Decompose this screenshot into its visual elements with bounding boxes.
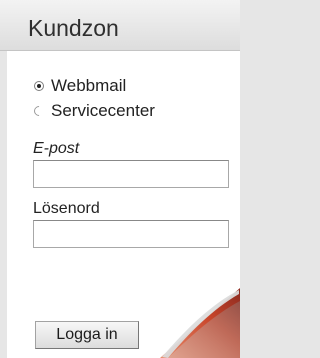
email-field[interactable] xyxy=(33,160,229,188)
radio-label-webbmail: Webbmail xyxy=(51,76,127,95)
radio-option-servicecenter[interactable]: Servicecenter xyxy=(31,101,155,121)
radio-button-servicecenter[interactable] xyxy=(31,103,47,119)
radio-button-webbmail[interactable] xyxy=(34,81,44,91)
password-field[interactable] xyxy=(33,220,229,248)
login-button[interactable]: Logga in xyxy=(35,321,139,349)
widget-header: Kundzon xyxy=(0,0,240,51)
radio-label-servicecenter: Servicecenter xyxy=(51,101,155,120)
email-label: E-post xyxy=(33,140,80,157)
login-panel: Webbmail Servicecenter E-post Lösenord L… xyxy=(7,51,240,358)
password-label: Lösenord xyxy=(33,200,100,217)
widget-title: Kundzon xyxy=(28,15,119,41)
customer-zone-login-widget: Kundzon Webbmail Servicecenter E-post Lö… xyxy=(0,0,240,358)
radio-option-webbmail[interactable]: Webbmail xyxy=(34,76,126,96)
